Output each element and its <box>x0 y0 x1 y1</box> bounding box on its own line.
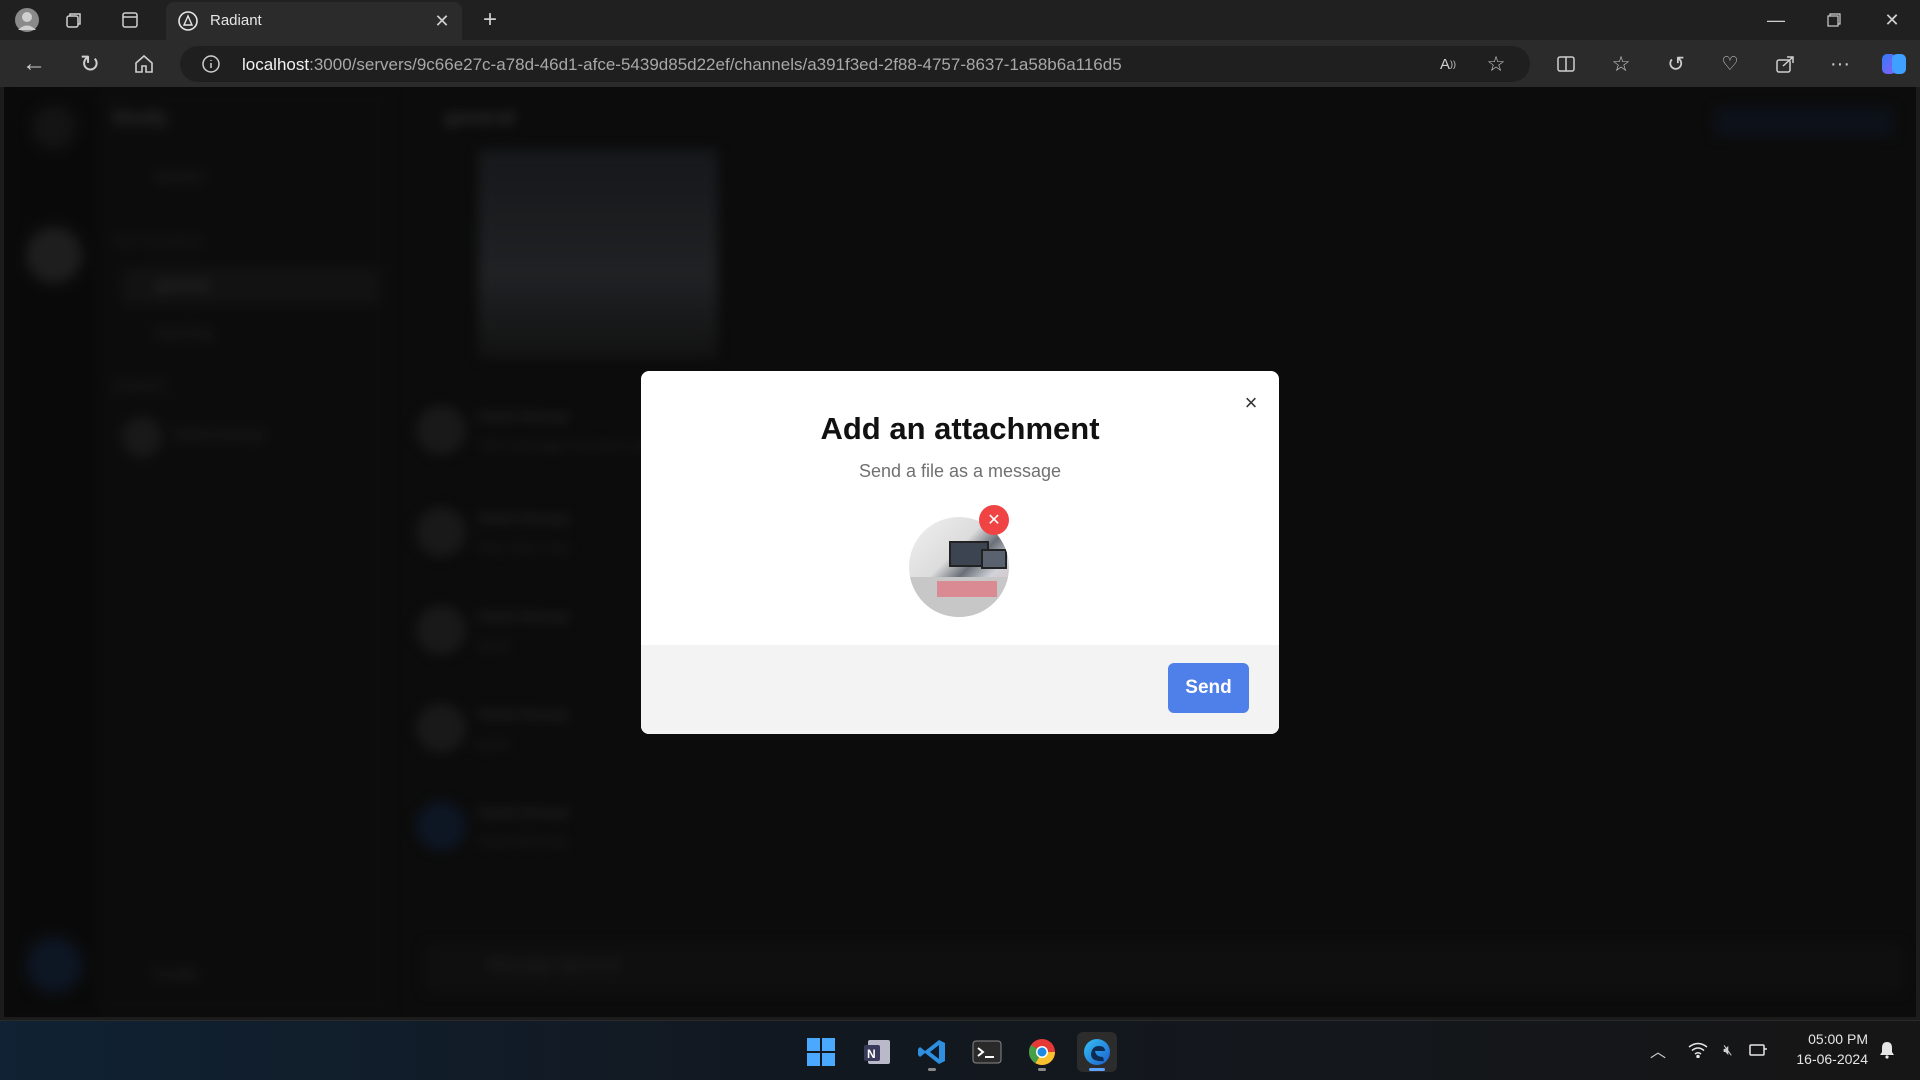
chevron-up-icon[interactable]: ︿ <box>1648 1039 1668 1061</box>
page-content: Study Search TEXT CHANNELS general learn… <box>4 87 1916 1017</box>
url-text: localhost:3000/servers/9c66e27c-a78d-46d… <box>242 55 1122 75</box>
terminal-icon[interactable] <box>967 1032 1007 1072</box>
more-icon[interactable]: ··· <box>1826 50 1854 78</box>
split-screen-icon[interactable] <box>1552 50 1580 78</box>
windows-start-icon[interactable] <box>801 1032 841 1072</box>
tab-title: Radiant <box>210 12 262 29</box>
favorites-icon[interactable]: ☆ <box>1607 50 1635 78</box>
close-tab-icon[interactable]: ✕ <box>432 11 452 31</box>
address-bar[interactable]: localhost:3000/servers/9c66e27c-a78d-46d… <box>180 46 1530 82</box>
tab-actions-icon[interactable] <box>118 8 142 32</box>
onenote-icon[interactable]: N <box>857 1032 897 1072</box>
new-tab-icon[interactable]: + <box>478 6 502 33</box>
clock-date[interactable]: 16-06-2024 <box>1784 1051 1868 1067</box>
back-icon[interactable]: ← <box>20 50 48 78</box>
remove-attachment-button[interactable]: ✕ <box>979 505 1009 535</box>
browser-tab-strip: Radiant ✕ + — ✕ <box>0 0 1920 40</box>
tab-radiant[interactable]: Radiant ✕ <box>166 2 462 40</box>
clock-time[interactable]: 05:00 PM <box>1788 1031 1868 1047</box>
url-path: :3000/servers/9c66e27c-a78d-46d1-afce-54… <box>309 55 1122 74</box>
workspaces-icon[interactable] <box>62 8 86 32</box>
modal-title: Add an attachment <box>820 411 1100 446</box>
browser-essentials-icon[interactable]: ♡ <box>1716 50 1744 78</box>
read-aloud-icon[interactable]: A)) <box>1436 53 1460 75</box>
refresh-icon[interactable]: ↻ <box>76 50 104 78</box>
running-indicator <box>928 1068 936 1071</box>
profile-avatar-icon[interactable] <box>12 6 42 34</box>
history-icon[interactable]: ↺ <box>1662 50 1690 78</box>
radiant-favicon <box>178 11 198 31</box>
sync-icon[interactable] <box>1746 1039 1770 1061</box>
notification-bell-icon[interactable] <box>1876 1039 1898 1061</box>
svg-text:N: N <box>867 1047 876 1061</box>
active-indicator <box>1089 1068 1105 1071</box>
chrome-icon[interactable] <box>1022 1032 1062 1072</box>
wifi-icon[interactable] <box>1686 1039 1710 1061</box>
windows-taskbar: N ︿ 🔇︎ 05:00 PM 16-06-2024 <box>0 1020 1920 1080</box>
copilot-icon[interactable] <box>1878 48 1910 80</box>
minimize-icon[interactable]: — <box>1764 8 1788 32</box>
modal-subtitle: Send a file as a message <box>858 461 1062 481</box>
site-info-icon[interactable] <box>200 53 222 75</box>
share-icon[interactable] <box>1771 50 1799 78</box>
volume-muted-icon[interactable]: 🔇︎ <box>1716 1039 1740 1061</box>
vscode-icon[interactable] <box>912 1032 952 1072</box>
restore-icon[interactable] <box>1822 8 1846 32</box>
url-host: localhost <box>242 55 310 74</box>
close-window-icon[interactable]: ✕ <box>1880 8 1904 32</box>
attachment-modal: × Add an attachment Send a file as a mes… <box>641 371 1279 734</box>
edge-icon[interactable] <box>1077 1032 1117 1072</box>
home-icon[interactable] <box>130 50 158 78</box>
running-indicator <box>1038 1068 1046 1071</box>
send-button[interactable]: Send <box>1168 663 1249 713</box>
favorite-star-icon[interactable]: ☆ <box>1484 52 1508 76</box>
browser-toolbar: ← ↻ localhost:3000/servers/9c66e27c-a78d… <box>0 40 1920 87</box>
